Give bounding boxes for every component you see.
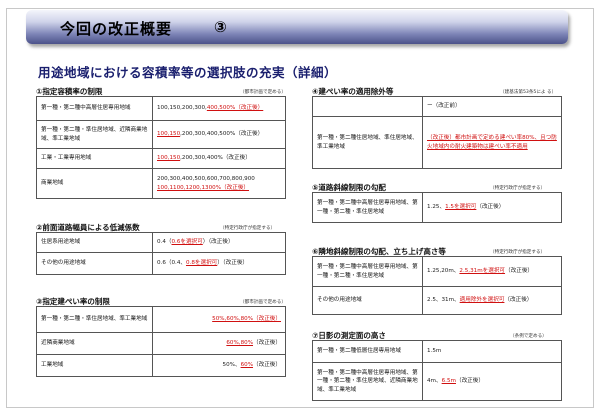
row-value: 60%,80%（改正後） — [152, 332, 286, 355]
subtitle: 用途地域における容積率等の選択肢の充実（詳細） — [38, 65, 338, 80]
section-2-note: （特定行政庁が指定する） — [220, 226, 276, 231]
table-row: 住居系用途地域 0.4（0.6を選択可）（改正後） — [36, 232, 286, 253]
row-label: 第一種・第二種中高層住居専用地域、第一種・第二種・準住居地域 — [312, 256, 423, 287]
table-row: ー（改正前） — [312, 96, 562, 117]
section-1-table: 第一種・第二種中高層住居専用地域 100,150,200,300,400,500… — [36, 96, 286, 199]
section-3-table: 第一種・第二種・準住居地域、準工業地域 50%,60%,80%（改正後） 近隣商… — [36, 306, 286, 377]
table-row: 第一種・第二種中高層住居専用地域、第一種・第二種・準住居地域 1.25、1.5を… — [312, 192, 562, 223]
page-number-mark: ③ — [214, 18, 227, 36]
row-label: 工業地域 — [36, 354, 153, 377]
row-label: 第一種・第二種中高層住居専用地域、第一種・第二種・準住居地域 — [312, 192, 423, 223]
table-row: 第一種・第二種低層住居専用地域 1.5m — [312, 340, 562, 363]
row-label: その他の用途地域 — [36, 252, 153, 275]
row-value: 200,300,400,500,600,700,800,900 100,1100,… — [152, 168, 286, 199]
row-value: ー（改正前） — [422, 96, 562, 117]
row-label: 第一種・第二種・準住居地域、準工業地域 — [36, 306, 153, 333]
row-value: 100,150,200,300,400,500%（改正後） — [152, 96, 286, 121]
table-row: その他の用途地域 2.5、31m、適用除外を選択可（改正後） — [312, 286, 562, 315]
section-4-table: ー（改正前） 第一種・第二種住居地域、準住居地域、準工業地域 （改正後）都市計画… — [312, 96, 562, 169]
row-label: 第一種・第二種住居地域、準住居地域、準工業地域 — [312, 116, 423, 169]
section-2-table: 住居系用途地域 0.4（0.6を選択可）（改正後） その他の用途地域 0.6（0… — [36, 232, 286, 275]
section-7-table: 第一種・第二種低層住居専用地域 1.5m 第一種・第二種中高層住居専用地域、第一… — [312, 340, 562, 401]
table-row: 工業地域 50%、60%（改正後） — [36, 354, 286, 377]
table-row: 第一種・第二種中高層住居専用地域、第一種・第二種・準住居地域 1.25,20m、… — [312, 256, 562, 287]
section-6-table: 第一種・第二種中高層住居専用地域、第一種・第二種・準住居地域 1.25,20m、… — [312, 256, 562, 315]
table-row: 近隣商業地域 60%,80%（改正後） — [36, 332, 286, 355]
table-row: 第一種・第二種・準住居地域、近隣商業地域、準工業地域 100,150,200,3… — [36, 120, 286, 149]
row-value: 50%,60%,80%（改正後） — [152, 306, 286, 333]
row-label: 住居系用途地域 — [36, 232, 153, 253]
row-value: 50%、60%（改正後） — [152, 354, 286, 377]
section-3-note: （都市計画で定める） — [240, 300, 286, 305]
row-label: 第一種・第二種低層住居専用地域 — [312, 340, 423, 363]
row-value: 1.5m — [422, 340, 562, 363]
table-row: その他の用途地域 0.6（0.4、0.8を選択可）（改正後） — [36, 252, 286, 275]
row-label: 工業・工業専用地域 — [36, 148, 153, 169]
section-4-note: （建基法第53条5によ る） — [500, 90, 557, 95]
table-row: 商業地域 200,300,400,500,600,700,800,900 100,… — [36, 168, 286, 199]
row-label — [312, 96, 423, 117]
row-label: 近隣商業地域 — [36, 332, 153, 355]
section-1-note: （都市計画で定める） — [240, 90, 286, 95]
row-value: 0.4（0.6を選択可）（改正後） — [152, 232, 286, 253]
row-value: （改正後）都市計画で定める建ぺい率80%、且つ防火地域内の耐火建築物は建ぺい率不… — [422, 116, 562, 169]
table-row: 工業・工業専用地域 100,150,200,300,400%（改正後） — [36, 148, 286, 169]
row-value: 1.25,20m、2.5,31mを選択可（改正後） — [422, 256, 562, 287]
section-5-table: 第一種・第二種中高層住居専用地域、第一種・第二種・準住居地域 1.25、1.5を… — [312, 192, 562, 223]
table-row: 第一種・第二種中高層住居専用地域、第一種・第二種・準住居地域、近隣商業地域、準工… — [312, 362, 562, 401]
table-row: 第一種・第二種住居地域、準住居地域、準工業地域 （改正後）都市計画で定める建ぺい… — [312, 116, 562, 169]
row-label: 第一種・第二種・準住居地域、近隣商業地域、準工業地域 — [36, 120, 153, 149]
row-value: 100,150,200,300,400%（改正後） — [152, 148, 286, 169]
table-row: 第一種・第二種中高層住居専用地域 100,150,200,300,400,500… — [36, 96, 286, 121]
row-label: 商業地域 — [36, 168, 153, 199]
row-label: 第一種・第二種中高層住居専用地域、第一種・第二種・準住居地域、近隣商業地域、準工… — [312, 362, 423, 401]
section-7-note: （条例で定める） — [510, 334, 547, 339]
section-6-note: （特定行政庁が指定する） — [490, 250, 546, 255]
row-label: 第一種・第二種中高層住居専用地域 — [36, 96, 153, 121]
row-value: 100,150,200,300,400,500%（改正後） — [152, 120, 286, 149]
table-row: 第一種・第二種・準住居地域、準工業地域 50%,60%,80%（改正後） — [36, 306, 286, 333]
row-value: 4m、6.5m（改正後） — [422, 362, 562, 401]
title-bar: 今回の改正概要 ③ — [26, 10, 568, 44]
row-value: 1.25、1.5を選択可（改正後） — [422, 192, 562, 223]
page-title: 今回の改正概要 — [60, 20, 173, 38]
row-value: 2.5、31m、適用除外を選択可（改正後） — [422, 286, 562, 315]
row-value: 0.6（0.4、0.8を選択可）（改正後） — [152, 252, 286, 275]
row-label: その他の用途地域 — [312, 286, 423, 315]
section-5-note: （特定行政庁が指定する） — [490, 186, 546, 191]
